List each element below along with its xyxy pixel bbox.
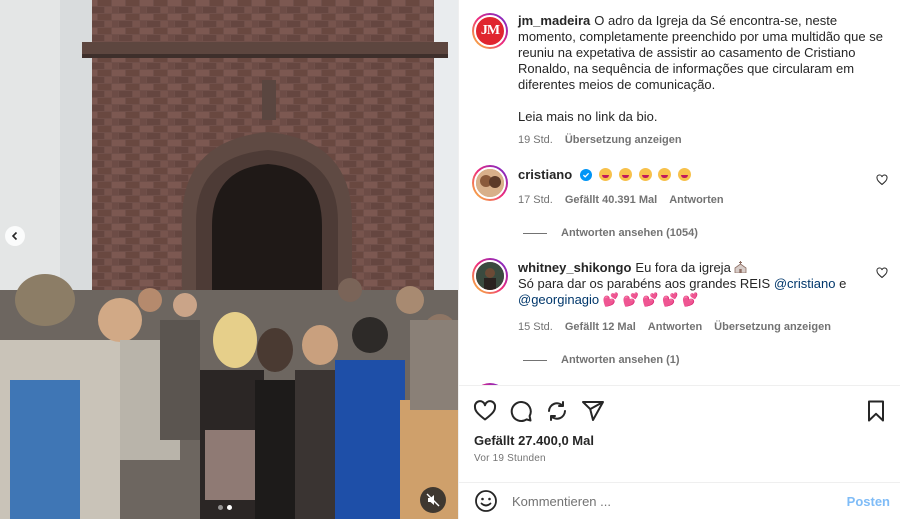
replies-divider xyxy=(523,232,547,234)
author-avatar[interactable]: JM xyxy=(472,13,508,49)
comment-text: Eu fora da igreja xyxy=(635,260,731,275)
post-sidebar: JM jm_madeira O adro da Igreja da Sé enco… xyxy=(458,0,900,519)
comment-likes[interactable]: Gefällt 40.391 Mal xyxy=(565,192,657,208)
caption: JM jm_madeira O adro da Igreja da Sé enco… xyxy=(472,13,888,148)
comment-text: e xyxy=(839,276,847,291)
comment-meta: 17 Std. Gefällt 40.391 Mal Antworten xyxy=(518,192,888,208)
comment-username[interactable]: cristiano xyxy=(518,167,572,182)
send-icon[interactable] xyxy=(581,399,605,423)
share-icon[interactable] xyxy=(545,399,569,423)
comment-input[interactable] xyxy=(512,493,847,509)
mention-link[interactable]: @cristiano xyxy=(774,276,836,291)
post-likes[interactable]: Gefällt 27.400,0 Mal xyxy=(459,423,900,448)
slide-indicator xyxy=(218,505,232,510)
translate-link[interactable]: Übersetzung anzeigen xyxy=(565,132,682,148)
comment-like-heart-icon[interactable] xyxy=(876,267,888,279)
hearts-emoji-icon: 💕 💕 💕 💕 💕 xyxy=(602,292,699,307)
kiss-emoji-icon xyxy=(638,168,652,181)
post-time[interactable]: Vor 19 Stunden xyxy=(459,448,900,464)
view-replies-label: Antworten ansehen (1) xyxy=(561,354,680,366)
comment-composer: Posten xyxy=(459,482,900,519)
slide-dot xyxy=(218,505,223,510)
view-replies-label: Antworten ansehen (1054) xyxy=(561,227,698,239)
post-media[interactable] xyxy=(0,0,458,519)
heart-icon[interactable] xyxy=(473,399,497,423)
caption-body: jm_madeira O adro da Igreja da Sé encontr… xyxy=(518,13,888,148)
bookmark-icon[interactable] xyxy=(864,399,888,423)
comment-likes[interactable]: Gefällt 12 Mal xyxy=(565,319,636,335)
kiss-emoji-icon xyxy=(658,168,672,181)
comments-list[interactable]: JM jm_madeira O adro da Igreja da Sé enco… xyxy=(459,0,900,385)
kiss-emoji-icon xyxy=(619,168,633,181)
reply-button[interactable]: Antworten xyxy=(648,319,702,335)
action-bar xyxy=(459,386,900,423)
avatar xyxy=(474,167,506,199)
replies-divider xyxy=(523,359,547,361)
comment-username[interactable]: whitney_shikongo xyxy=(518,260,631,275)
comment-text: Só para dar os parabéns aos grandes REIS xyxy=(518,276,771,291)
comment-time[interactable]: 17 Std. xyxy=(518,192,553,208)
view-replies-button[interactable]: Antworten ansehen (1054) xyxy=(523,227,888,239)
avatar xyxy=(474,260,506,292)
post-actions: Gefällt 27.400,0 Mal Vor 19 Stunden Post… xyxy=(459,385,900,519)
comment-time[interactable]: 15 Std. xyxy=(518,319,553,335)
comment-icon[interactable] xyxy=(509,399,533,423)
comment-meta: 15 Std. Gefällt 12 Mal Antworten Überset… xyxy=(518,319,888,335)
commenter-avatar[interactable] xyxy=(472,258,508,294)
slide-dot-active xyxy=(227,505,232,510)
jm-logo-icon: JM xyxy=(474,15,506,47)
comment-body: cristiano 17 Std. Gefällt 40.391 Mal Ant… xyxy=(518,165,888,208)
church-emoji-icon xyxy=(735,261,747,273)
emoji-row xyxy=(599,167,694,182)
kiss-emoji-icon xyxy=(677,168,691,181)
kiss-emoji-icon xyxy=(599,168,613,181)
commenter-avatar[interactable] xyxy=(472,165,508,201)
caption-extra: Leia mais no link da bio. xyxy=(518,109,658,124)
comment-item: whitney_shikongo Eu fora da igreja Só par… xyxy=(472,258,888,335)
avatar-photo xyxy=(476,169,504,197)
translate-link[interactable]: Übersetzung anzeigen xyxy=(714,319,831,335)
reply-button[interactable]: Antworten xyxy=(669,192,723,208)
avatar-photo xyxy=(476,262,504,290)
comment-like-heart-icon[interactable] xyxy=(876,174,888,186)
verified-icon xyxy=(579,169,592,181)
caption-time[interactable]: 19 Std. xyxy=(518,132,553,148)
comment-body: whitney_shikongo Eu fora da igreja Só par… xyxy=(518,258,888,335)
emoji-icon[interactable] xyxy=(474,489,498,513)
caption-meta: 19 Std. Übersetzung anzeigen xyxy=(518,132,888,148)
view-replies-button[interactable]: Antworten ansehen (1) xyxy=(523,354,888,366)
author-username[interactable]: jm_madeira xyxy=(518,13,590,28)
chevron-left-icon xyxy=(11,231,18,241)
mention-link[interactable]: @georginagio xyxy=(518,292,599,307)
video-frame xyxy=(0,0,458,519)
post-comment-button[interactable]: Posten xyxy=(847,494,890,509)
comment-item: cristiano 17 Std. Gefällt 40.391 Mal Ant… xyxy=(472,165,888,208)
previous-slide-button[interactable] xyxy=(5,226,25,246)
mute-icon xyxy=(426,493,440,507)
post-dialog: JM jm_madeira O adro da Igreja da Sé enco… xyxy=(0,0,900,519)
mute-button[interactable] xyxy=(420,487,446,513)
